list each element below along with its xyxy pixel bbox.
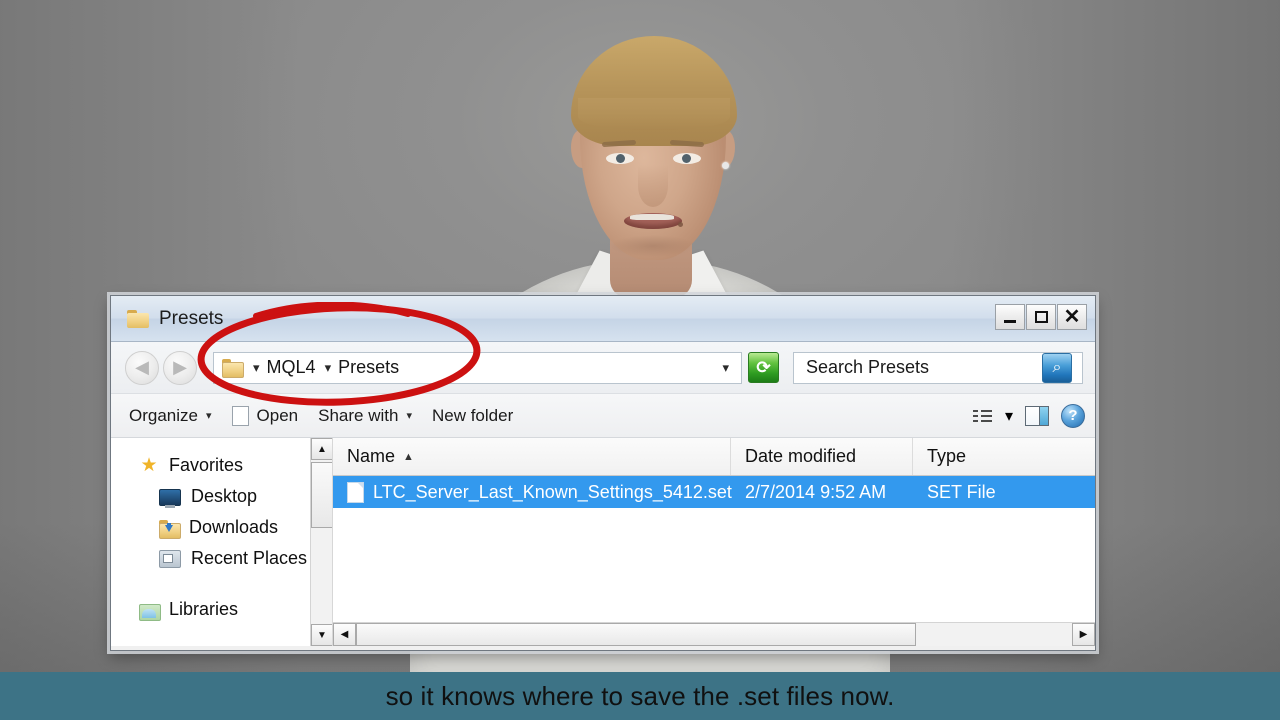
navpane-scrollbar[interactable]: ▲ ▼ (310, 438, 332, 646)
back-button[interactable]: ◀ (125, 350, 159, 385)
address-dropdown-icon[interactable]: ▾ (722, 360, 733, 376)
filelist-horizontal-scrollbar[interactable]: ◀ ▶ (333, 622, 1095, 646)
close-button[interactable]: ✕ (1057, 304, 1087, 330)
forward-button[interactable]: ▶ (163, 350, 197, 385)
sidebar-item-label: Favorites (169, 455, 244, 475)
sort-ascending-icon: ▲ (403, 450, 414, 463)
scroll-left-icon[interactable]: ◀ (333, 623, 356, 646)
scroll-up-icon[interactable]: ▲ (311, 438, 332, 460)
presenter-pupil-left (616, 154, 625, 163)
column-headers: Name ▲ Date modified Type (333, 438, 1095, 476)
column-header-date-modified[interactable]: Date modified (731, 438, 913, 475)
recent-places-icon (159, 550, 181, 568)
presenter-mole (678, 222, 683, 227)
maximize-button[interactable] (1026, 304, 1056, 330)
search-box[interactable]: ⌕ (793, 351, 1083, 384)
sidebar-item-label: Recent Places (191, 548, 308, 568)
sidebar-item-label: Downloads (189, 517, 279, 537)
view-chevron-down-icon[interactable]: ▾ (1005, 406, 1013, 426)
column-header-label: Type (927, 446, 967, 466)
sidebar-item-label: Desktop (191, 486, 258, 506)
open-label: Open (256, 405, 299, 425)
address-bar-row: ◀ ▶ ▾ MQL4 ▾ Presets ▾ ⟳ ⌕ (111, 342, 1095, 394)
explorer-body: ★ Favorites Desktop Downloads Recent Pla… (111, 438, 1095, 646)
sidebar-item-desktop[interactable]: Desktop (111, 481, 332, 512)
file-name-label: LTC_Server_Last_Known_Settings_5412.set (373, 481, 732, 502)
breadcrumb-separator-1[interactable]: ▾ (253, 361, 260, 374)
star-icon: ★ (140, 454, 158, 476)
desktop-icon (159, 489, 181, 508)
open-button[interactable]: Open (231, 405, 299, 426)
window-titlebar[interactable]: Presets ✕ (111, 296, 1095, 342)
help-icon[interactable]: ? (1061, 403, 1085, 428)
organize-label: Organize (129, 405, 198, 425)
breadcrumb-mql4[interactable]: MQL4 (267, 357, 316, 378)
sidebar-item-label: Libraries (169, 599, 239, 619)
file-explorer-window: Presets ✕ ◀ ▶ ▾ MQL4 ▾ Presets ▾ ⟳ Searc… (110, 295, 1096, 651)
sidebar-item-favorites[interactable]: ★ Favorites (111, 450, 332, 481)
breadcrumb-presets[interactable]: Presets (338, 357, 399, 378)
preview-pane-icon[interactable] (1025, 405, 1049, 426)
presenter-chin-shadow (610, 235, 696, 257)
command-bar: Organize ▾ Open Share with ▾ New folder … (111, 394, 1095, 438)
column-header-label: Date modified (745, 446, 857, 466)
search-input[interactable] (804, 356, 1038, 379)
scrollbar-thumb[interactable] (356, 623, 916, 646)
file-list-pane: Name ▲ Date modified Type LTC_Server_Las… (333, 438, 1095, 646)
chevron-down-icon: ▾ (406, 410, 412, 422)
breadcrumb-separator-2[interactable]: ▾ (325, 361, 332, 374)
presenter-teeth (630, 214, 674, 220)
table-row[interactable]: LTC_Server_Last_Known_Settings_5412.set … (333, 476, 1095, 508)
scrollbar-thumb[interactable] (311, 462, 332, 528)
chevron-down-icon: ▾ (205, 410, 212, 422)
navigation-pane: ★ Favorites Desktop Downloads Recent Pla… (111, 438, 333, 646)
view-layout-icon[interactable] (972, 408, 993, 424)
refresh-icon[interactable]: ⟳ (748, 352, 779, 383)
presenter-hair-fringe (578, 98, 730, 130)
file-date-cell: 2/7/2014 9:52 AM (745, 481, 887, 502)
downloads-folder-icon (159, 519, 181, 539)
folder-icon (127, 309, 149, 328)
address-bar[interactable]: ▾ MQL4 ▾ Presets ▾ (213, 351, 742, 384)
share-with-label: Share with (318, 405, 399, 425)
document-icon (231, 405, 249, 426)
new-folder-label: New folder (431, 405, 514, 425)
scroll-right-icon[interactable]: ▶ (1072, 623, 1095, 646)
presenter-earring (722, 162, 729, 169)
sidebar-item-libraries[interactable]: Libraries (111, 594, 332, 625)
sidebar-item-recent-places[interactable]: Recent Places (111, 543, 332, 574)
organize-button[interactable]: Organize ▾ (129, 406, 212, 426)
sidebar-item-downloads[interactable]: Downloads (111, 512, 332, 543)
file-type-cell: SET File (927, 481, 996, 502)
command-bar-right-group: ▾ ? (972, 403, 1085, 428)
column-header-type[interactable]: Type (913, 438, 1095, 475)
new-folder-button[interactable]: New folder (432, 406, 513, 426)
share-with-button[interactable]: Share with ▾ (318, 406, 412, 426)
caption-bar: so it knows where to save the .set files… (0, 672, 1280, 720)
window-controls: ✕ (995, 304, 1087, 330)
search-icon[interactable]: ⌕ (1042, 352, 1072, 383)
address-folder-icon (222, 359, 244, 378)
column-header-name[interactable]: Name ▲ (333, 438, 731, 475)
screen-root: Presets ✕ ◀ ▶ ▾ MQL4 ▾ Presets ▾ ⟳ Searc… (0, 0, 1280, 720)
presenter-pupil-right (682, 154, 691, 163)
file-name-cell[interactable]: LTC_Server_Last_Known_Settings_5412.set (333, 481, 732, 503)
file-icon (347, 481, 364, 503)
window-title: Presets (159, 307, 224, 329)
minimize-button[interactable] (995, 304, 1025, 330)
caption-text: so it knows where to save the .set files… (385, 680, 895, 711)
presenter-nose (638, 165, 668, 207)
scroll-down-icon[interactable]: ▼ (311, 624, 332, 646)
column-header-label: Name (347, 446, 396, 466)
libraries-icon (139, 601, 161, 621)
